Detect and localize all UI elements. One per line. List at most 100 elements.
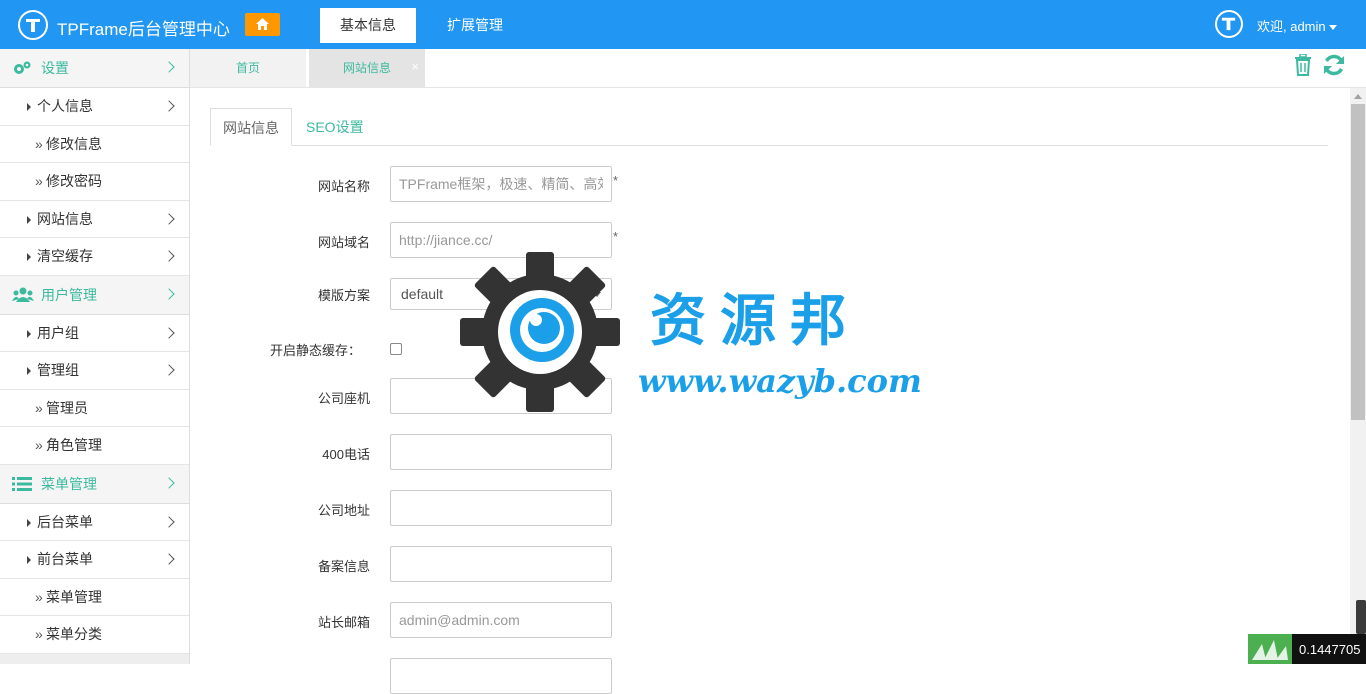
sidebar-item-label: 菜单分类 [46,626,102,642]
static-cache-label: 开启静态缓存： [269,343,361,358]
form-row-icp: 备案信息 [190,546,1090,582]
sidebar-group-menus[interactable]: 菜单管理 [0,464,189,504]
sidebar-item-label: 前台菜单 [37,551,93,567]
form-row-template: 模版方案 default [190,278,1090,314]
chevron-right-icon [163,100,175,112]
trash-icon[interactable] [1294,54,1312,76]
template-label: 模版方案 [317,288,370,303]
form-row-hotline: 400电话 [190,434,1090,470]
caret-right-icon [27,103,31,111]
brand-title: TPFrame后台管理中心 [57,20,230,39]
sidebar-item-admin-group[interactable]: 管理组 [0,352,189,390]
close-icon[interactable]: × [411,48,419,86]
site-domain-label: 网站域名 [317,235,370,250]
form-row-site-name: 网站名称 * [190,166,1090,202]
chevron-down-icon [593,292,601,297]
refresh-icon[interactable] [1322,53,1346,77]
next-input[interactable] [390,658,612,694]
form-row-address: 公司地址 [190,490,1090,526]
corner-widget: 0.1447705 [1248,634,1366,664]
side-handle[interactable] [1356,600,1366,634]
sidebar-item-menu-manage[interactable]: » 菜单管理 [0,579,189,616]
site-name-input[interactable] [390,166,612,202]
home-icon [256,18,269,30]
sidebar-item-label: 后台菜单 [37,513,93,530]
page-tab-bar: 首页 网站信息 × [190,49,1366,88]
sidebar-item-profile[interactable]: 个人信息 [0,88,189,126]
chevron-right-icon [163,61,175,73]
page-tab-site-info[interactable]: 网站信息 × [309,49,425,87]
raquo-icon: » [35,399,43,416]
sidebar-item-label: 个人信息 [37,98,93,114]
sidebar-group-users[interactable]: 用户管理 [0,275,189,315]
tab-basic-info[interactable]: 基本信息 [320,8,416,43]
user-avatar[interactable] [1215,10,1243,38]
template-select[interactable]: default [390,278,612,310]
static-cache-checkbox[interactable] [390,343,402,355]
user-menu[interactable]: 欢迎, admin [1257,16,1337,35]
sidebar-item-roles[interactable]: » 角色管理 [0,427,189,465]
chevron-right-icon [163,250,175,262]
sidebar-item-admins[interactable]: » 管理员 [0,390,189,427]
sidebar-item-label: 管理组 [37,362,79,378]
chevron-right-icon [163,553,175,565]
home-button[interactable] [245,13,280,36]
sidebar-item-backend-menu[interactable]: 后台菜单 [0,504,189,541]
vertical-scrollbar[interactable] [1350,88,1366,664]
sidebar-item-label: 网站信息 [37,210,93,227]
sidebar-item-label: 修改信息 [46,135,102,152]
address-input[interactable] [390,490,612,526]
site-domain-input[interactable] [390,222,612,258]
email-input[interactable] [390,602,612,638]
tab-seo[interactable]: SEO设置 [294,108,376,146]
email-label: 站长邮箱 [317,615,370,630]
sidebar-item-label: 修改密码 [46,173,102,189]
top-header: TPFrame后台管理中心 基本信息 扩展管理 欢迎, admin [0,0,1366,49]
hotline-input[interactable] [390,434,612,470]
page-tab-label: 首页 [235,61,260,75]
scrollbar-thumb[interactable] [1351,104,1365,420]
sidebar-item-edit-info[interactable]: » 修改信息 [0,126,189,163]
sidebar-item-menu-category[interactable]: » 菜单分类 [0,616,189,654]
sidebar-item-frontend-menu[interactable]: 前台菜单 [0,541,189,579]
caret-down-icon [1328,25,1337,31]
sidebar-group-settings[interactable]: 设置 [0,49,189,88]
template-select-value: default [401,286,444,302]
caret-right-icon [27,215,31,224]
form-row-email: 站长邮箱 [190,602,1090,638]
required-mark: * [613,173,619,188]
sidebar-item-user-group[interactable]: 用户组 [0,315,189,352]
caret-right-icon [27,329,31,338]
sidebar-item-site-info[interactable]: 网站信息 [0,201,189,238]
hotline-label: 400电话 [322,447,370,462]
form-row-static-cache: 开启静态缓存： [190,330,1090,366]
sidebar-item-clear-cache[interactable]: 清空缓存 [0,238,189,276]
scroll-up-icon[interactable] [1354,94,1362,99]
sidebar-item-label: 角色管理 [46,437,102,453]
icp-input[interactable] [390,546,612,582]
raquo-icon: » [35,437,43,453]
speed-icon [1248,634,1292,664]
sub-tab-bar: 网站信息 SEO设置 [210,108,1328,146]
tab-extension[interactable]: 扩展管理 [427,8,523,43]
sidebar-item-label: 清空缓存 [37,248,93,264]
user-greeting: 欢迎, admin [1257,19,1326,34]
phone-label: 公司座机 [317,391,370,406]
sidebar-next-group [0,653,189,664]
caret-right-icon [27,253,31,261]
tab-site-info[interactable]: 网站信息 [210,108,292,146]
raquo-icon: » [35,135,43,152]
page-tab-home[interactable]: 首页 [190,49,306,87]
chevron-right-icon [163,476,175,489]
chevron-right-icon [163,364,175,376]
phone-input[interactable] [390,378,612,414]
main-content: 网站信息 SEO设置 网站名称 * 网站域名 * 模版方案 default 开启… [190,88,1350,694]
icp-label: 备案信息 [317,559,370,574]
sidebar-group-label: 用户管理 [41,286,97,303]
form-row-phone: 公司座机 [190,378,1090,414]
form-row-next [190,658,1090,694]
sidebar-item-change-password[interactable]: » 修改密码 [0,163,189,201]
chevron-right-icon [163,212,175,225]
users-icon [12,287,34,302]
sidebar-item-label: 菜单管理 [46,588,102,605]
